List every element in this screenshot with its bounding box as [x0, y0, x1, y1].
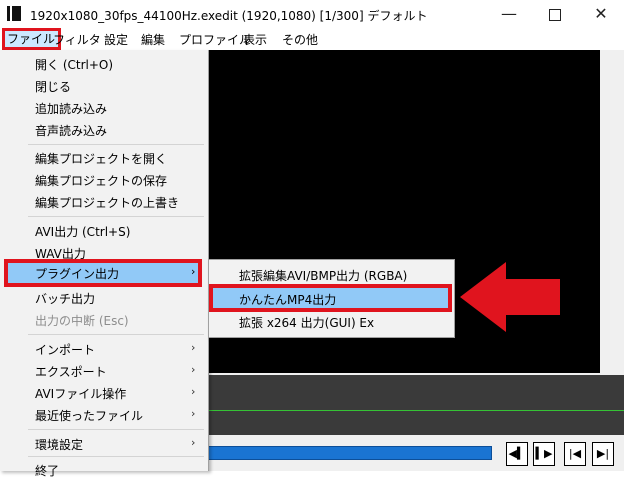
menu-item-avi-file-ops[interactable]: AVIファイル操作: [35, 385, 126, 402]
menu-view[interactable]: 表示: [243, 31, 267, 48]
menu-item-close[interactable]: 閉じる: [35, 78, 71, 95]
menu-separator: [28, 216, 204, 217]
menu-item-open-project[interactable]: 編集プロジェクトを開く: [35, 150, 167, 167]
menu-profile[interactable]: プロファイル: [179, 31, 251, 48]
plugin-output-submenu: 拡張編集AVI/BMP出力 (RGBA) かんたんMP4出力 拡張 x264 出…: [208, 259, 455, 338]
menu-item-recent-files[interactable]: 最近使ったファイル: [35, 407, 143, 424]
menu-item-avi-output[interactable]: AVI出力 (Ctrl+S): [35, 223, 130, 240]
menu-separator: [28, 456, 204, 457]
menu-item-save-project[interactable]: 編集プロジェクトの保存: [35, 172, 167, 189]
maximize-button[interactable]: [532, 0, 578, 28]
menu-separator: [28, 144, 204, 145]
close-button[interactable]: ✕: [578, 0, 624, 28]
submenu-arrow-icon: ›: [191, 363, 196, 376]
submenu-arrow-icon: ›: [191, 265, 196, 278]
menu-filter[interactable]: フィルタ: [53, 31, 101, 48]
menu-item-load-audio[interactable]: 音声読み込み: [35, 122, 107, 139]
seek-bar[interactable]: [208, 446, 492, 460]
submenu-item-easy-mp4[interactable]: かんたんMP4出力: [209, 284, 452, 312]
red-arrow-icon: [460, 262, 560, 332]
prev-frame-button[interactable]: ◀▍: [506, 442, 528, 466]
menu-item-append[interactable]: 追加読み込み: [35, 100, 107, 117]
menu-item-label: プラグイン出力: [35, 267, 120, 281]
next-frame-button[interactable]: ▍▶: [533, 442, 555, 466]
title-bar: 1920x1080_30fps_44100Hz.exedit (1920,108…: [0, 0, 624, 28]
menu-item-import[interactable]: インポート: [35, 341, 95, 358]
minimize-button[interactable]: —: [486, 0, 532, 28]
menu-separator: [28, 429, 204, 430]
submenu-arrow-icon: ›: [191, 436, 196, 449]
menu-other[interactable]: その他: [282, 31, 318, 48]
menu-item-plugin-output[interactable]: プラグイン出力 ›: [4, 259, 202, 287]
submenu-item-x264-gui-ex[interactable]: 拡張 x264 出力(GUI) Ex: [239, 314, 374, 331]
submenu-item-label: かんたんMP4出力: [239, 293, 337, 307]
submenu-item-extended-avi-bmp[interactable]: 拡張編集AVI/BMP出力 (RGBA): [239, 267, 407, 284]
app-icon: [7, 6, 21, 21]
submenu-arrow-icon: ›: [191, 341, 196, 354]
menu-item-preferences[interactable]: 環境設定: [35, 436, 83, 453]
menu-item-abort-output: 出力の中断 (Esc): [35, 314, 129, 328]
menu-item-export[interactable]: エクスポート: [35, 363, 107, 380]
go-end-button[interactable]: ▶|: [592, 442, 614, 466]
timeline-cursor-line: [208, 410, 624, 411]
menu-bar: ファイル フィルタ 設定 編集 プロファイル 表示 その他: [0, 28, 624, 50]
menu-item-batch-output[interactable]: バッチ出力: [35, 290, 95, 307]
submenu-arrow-icon: ›: [191, 385, 196, 398]
maximize-icon: [549, 8, 561, 21]
menu-settings[interactable]: 設定: [104, 31, 128, 48]
go-start-button[interactable]: |◀: [564, 442, 586, 466]
window-title: 1920x1080_30fps_44100Hz.exedit (1920,108…: [30, 9, 428, 23]
file-menu-dropdown: 開く (Ctrl+O) 閉じる 追加読み込み 音声読み込み 編集プロジェクトを開…: [0, 50, 209, 478]
menu-item-open[interactable]: 開く (Ctrl+O): [35, 56, 113, 73]
menu-separator: [28, 334, 204, 335]
menu-edit[interactable]: 編集: [141, 31, 165, 48]
menu-item-overwrite-project[interactable]: 編集プロジェクトの上書き: [35, 194, 179, 211]
submenu-arrow-icon: ›: [191, 407, 196, 420]
